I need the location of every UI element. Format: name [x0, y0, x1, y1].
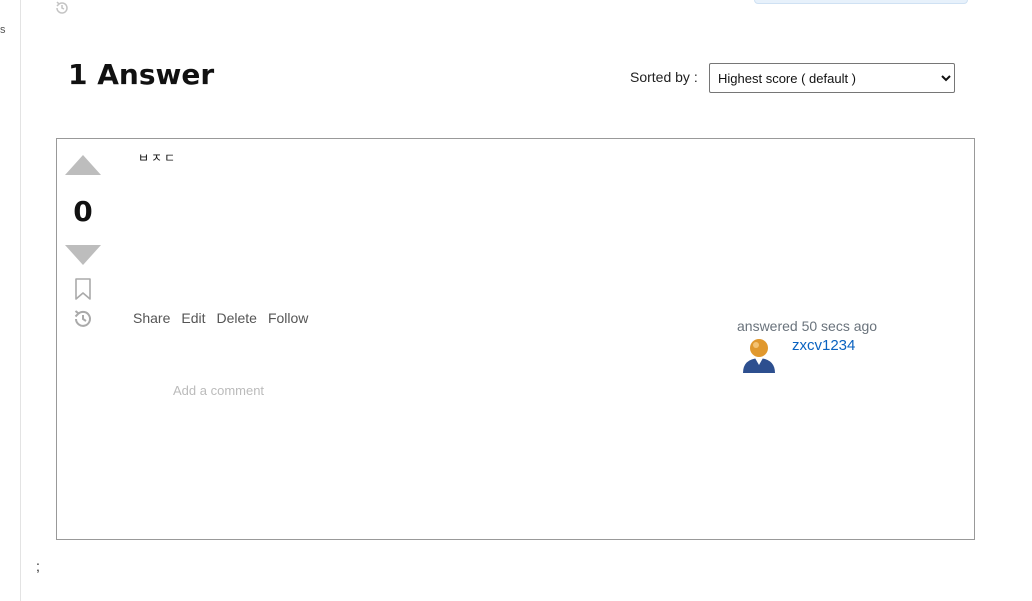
- top-notice-box: [754, 0, 968, 4]
- answered-time: answered 50 secs ago: [737, 318, 878, 334]
- post-actions: Share Edit Delete Follow: [133, 310, 308, 326]
- bookmark-icon[interactable]: [74, 278, 92, 300]
- share-link[interactable]: Share: [133, 310, 170, 326]
- sort-label: Sorted by :: [630, 69, 698, 85]
- left-divider: [20, 0, 21, 601]
- edit-link[interactable]: Edit: [181, 310, 205, 326]
- history-icon[interactable]: [72, 308, 94, 330]
- history-icon[interactable]: [54, 0, 70, 16]
- delete-link[interactable]: Delete: [216, 310, 256, 326]
- downvote-arrow-icon[interactable]: [65, 243, 101, 267]
- answers-count-heading: 1 Answer: [68, 58, 215, 91]
- answer-body: ㅂㅈㄷ: [138, 151, 178, 165]
- add-comment-link[interactable]: Add a comment: [173, 383, 264, 398]
- user-avatar-icon[interactable]: [741, 337, 777, 375]
- vote-column: 0: [57, 139, 109, 339]
- vote-count: 0: [73, 195, 93, 228]
- footer-text: ;: [36, 558, 40, 574]
- left-text-fragment: s: [0, 24, 6, 36]
- sort-select[interactable]: Highest score ( default ): [709, 63, 955, 93]
- upvote-arrow-icon[interactable]: [65, 153, 101, 177]
- follow-link[interactable]: Follow: [268, 310, 308, 326]
- user-name-link[interactable]: zxcv1234: [792, 337, 855, 354]
- answer-card: 0 ㅂㅈㄷ Share Edit Delete Follow answered …: [56, 138, 975, 540]
